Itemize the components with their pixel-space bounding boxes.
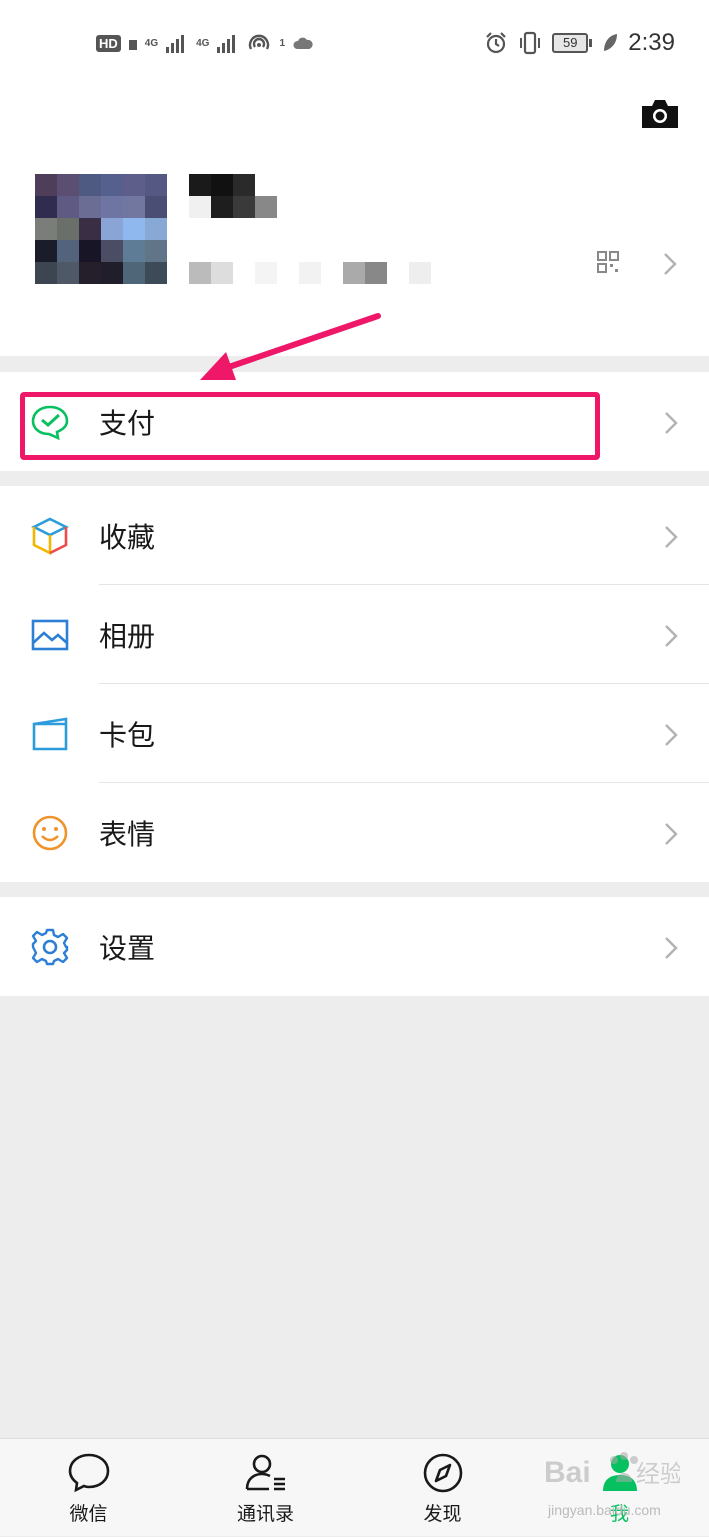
leaf-icon <box>604 34 618 51</box>
settings-group: 设置 <box>0 897 709 996</box>
hotspot-icon <box>249 34 270 50</box>
emoji-smile-icon <box>32 815 68 851</box>
tab-discover[interactable]: 发现 <box>354 1439 531 1537</box>
menu-label-cards: 卡包 <box>99 718 156 752</box>
status-left: HD 4G 4G 1 <box>96 30 313 56</box>
menu-item-cards[interactable]: 卡包 <box>0 684 709 783</box>
person-icon <box>602 1455 637 1491</box>
pay-group: 支付 <box>0 372 709 471</box>
battery-indicator: 59 <box>552 33 593 53</box>
sim1-network: 4G <box>144 37 159 49</box>
contacts-icon <box>245 1454 285 1491</box>
tab-chats[interactable]: 微信 <box>0 1439 177 1537</box>
tab-label-discover: 发现 <box>423 1503 462 1525</box>
nickname-pixelated <box>189 174 279 218</box>
menu-item-album[interactable]: 相册 <box>0 585 709 684</box>
chevron-right-icon <box>665 412 678 434</box>
vibrate-icon <box>520 31 541 55</box>
chevron-right-icon <box>665 526 678 548</box>
camera-icon <box>642 100 678 128</box>
tab-me[interactable]: 我 <box>531 1439 708 1537</box>
menu-item-settings[interactable]: 设置 <box>0 897 709 996</box>
battery-level: 59 <box>552 33 589 53</box>
chevron-right-icon <box>665 724 678 746</box>
bottom-tab-bar: 微信 通讯录 发现 我 <box>0 1438 709 1536</box>
wechat-id-pixelated <box>189 262 431 284</box>
cloud-icon <box>293 37 313 49</box>
menu-label-settings: 设置 <box>99 931 156 965</box>
chevron-right-icon <box>665 823 678 845</box>
tab-label-me: 我 <box>609 1503 629 1525</box>
profile-header[interactable] <box>0 86 709 356</box>
menu-label-album: 相册 <box>99 619 156 653</box>
alarm-icon <box>486 32 507 54</box>
signal-icon <box>217 35 236 53</box>
menu-item-pay[interactable]: 支付 <box>0 372 709 471</box>
wechat-pay-icon <box>31 405 69 440</box>
chevron-right-icon <box>664 253 677 275</box>
chevron-right-icon <box>665 625 678 647</box>
main-menu-group: 收藏 相册 卡包 表情 <box>0 486 709 882</box>
hotspot-count: 1 <box>279 37 286 49</box>
tab-label-chats: 微信 <box>69 1503 108 1525</box>
chevron-right-icon <box>665 937 678 959</box>
menu-item-favorites[interactable]: 收藏 <box>0 486 709 585</box>
tab-contacts[interactable]: 通讯录 <box>177 1439 354 1537</box>
sim2-network: 4G <box>196 37 210 49</box>
camera-button[interactable] <box>640 98 680 134</box>
favorites-cube-icon <box>31 517 69 556</box>
avatar[interactable] <box>35 174 167 284</box>
card-wallet-icon <box>32 717 68 751</box>
menu-label-stickers: 表情 <box>99 817 156 851</box>
hd-badge: HD <box>96 34 121 52</box>
signal-icon <box>166 35 185 53</box>
clock: 2:39 <box>628 29 675 56</box>
menu-item-stickers[interactable]: 表情 <box>0 783 709 882</box>
status-bar: HD 4G 4G 1 59 2:39 <box>0 0 709 86</box>
menu-label-pay: 支付 <box>99 406 156 440</box>
compass-icon <box>423 1453 462 1493</box>
status-right: 59 2:39 <box>484 28 675 58</box>
tab-label-contacts: 通讯录 <box>236 1503 294 1525</box>
gear-icon <box>31 928 69 966</box>
menu-label-favorites: 收藏 <box>99 520 156 554</box>
chat-bubble-icon <box>68 1453 109 1493</box>
qr-code-button[interactable] <box>596 250 624 278</box>
sim-lock-icon <box>128 40 137 50</box>
album-icon <box>31 619 69 651</box>
qr-code-icon <box>597 251 619 273</box>
